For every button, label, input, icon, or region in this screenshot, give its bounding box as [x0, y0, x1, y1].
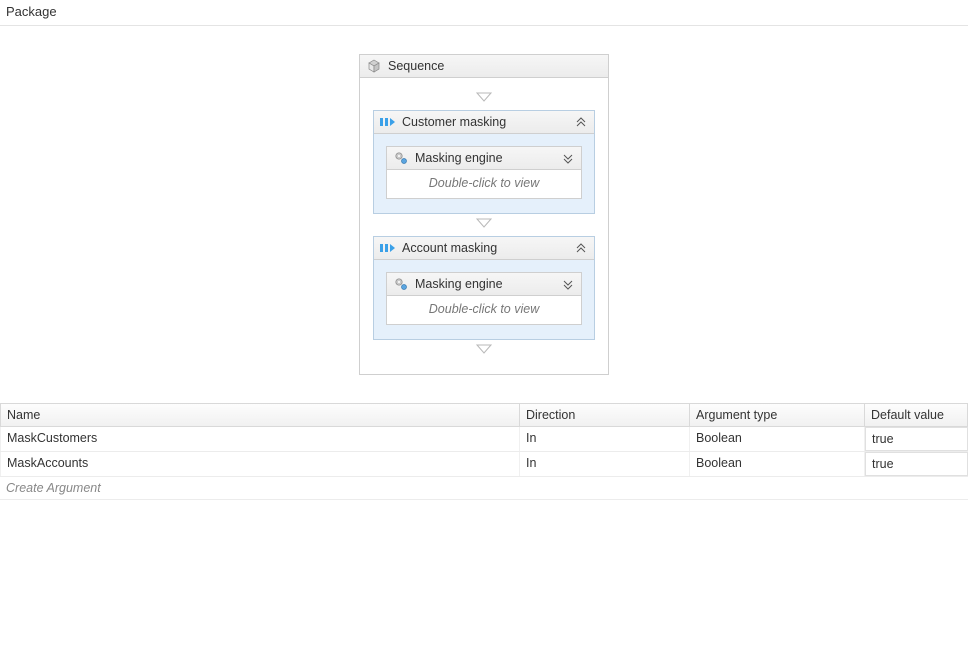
argument-default[interactable]: true [865, 452, 968, 476]
activity-header[interactable]: Account masking [374, 237, 594, 260]
activity-body: Masking engine Double-click to view [374, 260, 594, 339]
inner-activity-header[interactable]: Masking engine [387, 147, 581, 170]
activity-account-masking[interactable]: Account masking [373, 236, 595, 340]
argument-row[interactable]: MaskAccounts In Boolean true [0, 452, 968, 477]
col-default[interactable]: Default value [865, 404, 968, 426]
activity-title: Customer masking [402, 115, 506, 129]
create-argument[interactable]: Create Argument [0, 477, 968, 500]
arguments-panel: Name Direction Argument type Default val… [0, 403, 968, 500]
inner-activity-header[interactable]: Masking engine [387, 273, 581, 296]
parallel-icon [380, 240, 396, 256]
parallel-icon [380, 114, 396, 130]
inner-activity-masking-engine[interactable]: Masking engine Double-click to view [386, 272, 582, 325]
page-title: Package [0, 0, 968, 26]
sequence-body: Customer masking [360, 78, 608, 374]
argument-name[interactable]: MaskCustomers [0, 427, 520, 451]
col-type[interactable]: Argument type [690, 404, 865, 426]
argument-direction[interactable]: In [520, 452, 690, 476]
sequence-icon [366, 58, 382, 74]
inner-activity-hint[interactable]: Double-click to view [387, 296, 581, 324]
gear-icon [393, 150, 409, 166]
col-name[interactable]: Name [0, 404, 520, 426]
activity-header[interactable]: Customer masking [374, 111, 594, 134]
inner-activity-title: Masking engine [415, 151, 503, 165]
sequence-container[interactable]: Sequence Customer masking [359, 54, 609, 375]
argument-name[interactable]: MaskAccounts [0, 452, 520, 476]
activity-body: Masking engine Double-click to view [374, 134, 594, 213]
argument-default[interactable]: true [865, 427, 968, 451]
sequence-header[interactable]: Sequence [360, 55, 608, 78]
activity-customer-masking[interactable]: Customer masking [373, 110, 595, 214]
inner-activity-masking-engine[interactable]: Masking engine Double-click to view [386, 146, 582, 199]
activity-title: Account masking [402, 241, 497, 255]
col-direction[interactable]: Direction [520, 404, 690, 426]
argument-row[interactable]: MaskCustomers In Boolean true [0, 427, 968, 452]
drop-indicator[interactable] [475, 340, 493, 362]
argument-type[interactable]: Boolean [690, 452, 865, 476]
drop-indicator[interactable] [475, 214, 493, 236]
gear-icon [393, 276, 409, 292]
sequence-label: Sequence [388, 59, 444, 73]
expand-icon[interactable] [561, 277, 575, 291]
expand-icon[interactable] [561, 151, 575, 165]
inner-activity-title: Masking engine [415, 277, 503, 291]
arguments-header-row: Name Direction Argument type Default val… [0, 403, 968, 427]
workflow-designer: Sequence Customer masking [0, 26, 968, 403]
argument-type[interactable]: Boolean [690, 427, 865, 451]
collapse-icon[interactable] [574, 241, 588, 255]
argument-direction[interactable]: In [520, 427, 690, 451]
inner-activity-hint[interactable]: Double-click to view [387, 170, 581, 198]
drop-indicator[interactable] [475, 88, 493, 110]
collapse-icon[interactable] [574, 115, 588, 129]
